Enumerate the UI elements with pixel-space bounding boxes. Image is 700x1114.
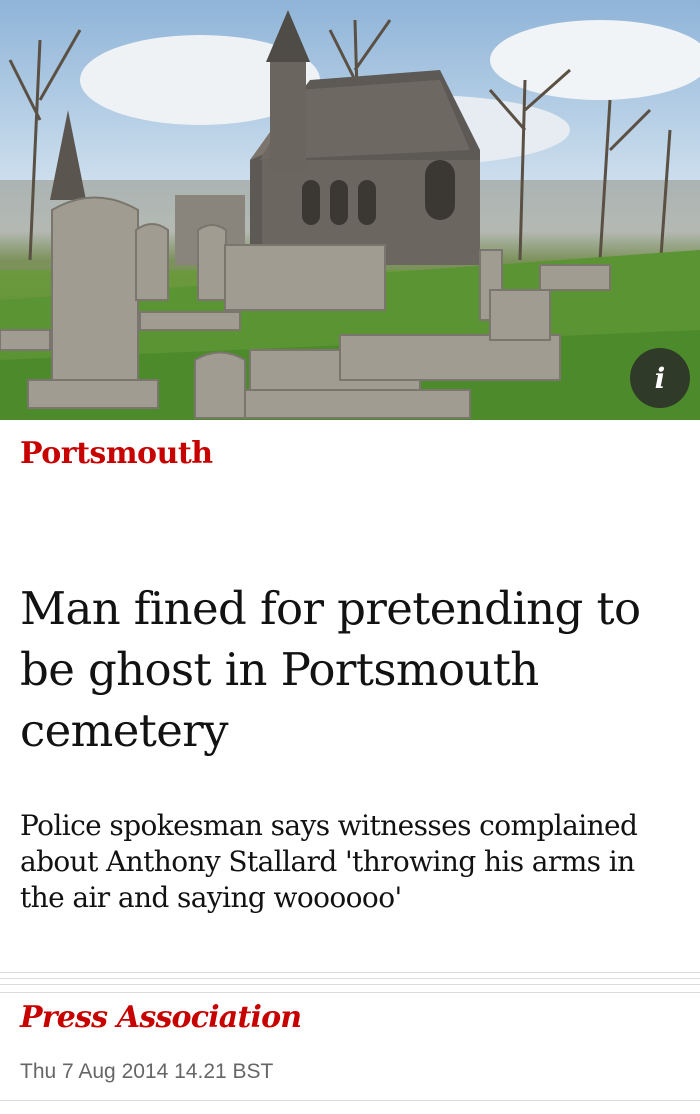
divider (0, 978, 700, 979)
section-label[interactable]: Portsmouth (20, 436, 213, 471)
headline: Man fined for pretending to be ghost in … (20, 582, 641, 757)
standfirst: Police spokesman says witnesses complain… (20, 809, 638, 914)
image-info-button[interactable]: i (630, 348, 690, 408)
divider (0, 984, 700, 985)
byline-author[interactable]: Press Association (20, 1000, 302, 1035)
cemetery-photo (0, 10, 700, 420)
publish-date: Thu 7 Aug 2014 14.21 BST (20, 1060, 274, 1083)
hero-image: i (0, 0, 700, 420)
divider (0, 972, 700, 973)
divider (0, 1100, 700, 1101)
divider (0, 992, 700, 993)
